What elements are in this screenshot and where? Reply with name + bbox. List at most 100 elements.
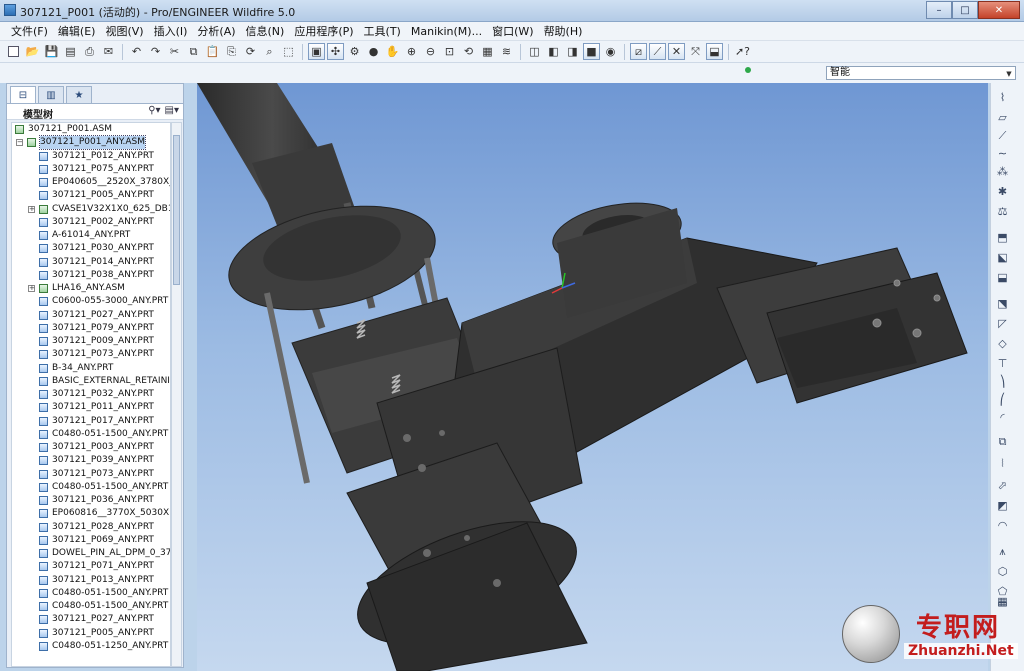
layers-icon[interactable]: ≋	[498, 43, 515, 60]
tab-folder-browser[interactable]: ▥	[38, 86, 64, 103]
tree-item[interactable]: 307121_P012_ANY.PRT	[12, 150, 170, 163]
tree-show-icon[interactable]: ▤▾	[165, 105, 179, 116]
tab-favorites[interactable]: ★	[66, 86, 92, 103]
saved-views-icon[interactable]: ▦	[479, 43, 496, 60]
open-folder-icon[interactable]: 📂	[24, 43, 41, 60]
tree-settings-icon[interactable]: ⚲▾	[148, 105, 160, 116]
paste-icon[interactable]: 📋	[204, 43, 221, 60]
reorient-icon[interactable]: ⟲	[460, 43, 477, 60]
menu-manikin[interactable]: Manikin(M)...	[406, 25, 487, 38]
chamfer-tool-icon[interactable]: ◇	[994, 335, 1011, 352]
round-tool-icon[interactable]: ◸	[994, 315, 1011, 332]
no-hidden-icon[interactable]: ◨	[564, 43, 581, 60]
tree-item[interactable]: 307121_P028_ANY.PRT	[12, 521, 170, 534]
tree-item[interactable]: 307121_P005_ANY.PRT	[12, 627, 170, 640]
tree-item[interactable]: 307121_P071_ANY.PRT	[12, 560, 170, 573]
tree-item[interactable]: 307121_P036_ANY.PRT	[12, 494, 170, 507]
cut-icon[interactable]: ✂	[166, 43, 183, 60]
menu-insert[interactable]: 插入(I)	[149, 23, 193, 39]
orient-mode-icon[interactable]: ⚙	[346, 43, 363, 60]
datum-planes-icon[interactable]: ⧄	[630, 43, 647, 60]
datum-axes-icon[interactable]: ⟋	[649, 43, 666, 60]
graphics-viewport[interactable]	[197, 83, 988, 671]
redo-icon[interactable]: ↷	[147, 43, 164, 60]
paste-special-icon[interactable]: ⎘	[223, 43, 240, 60]
menu-tools[interactable]: 工具(T)	[359, 23, 406, 39]
zoom-in-icon[interactable]: ⊕	[403, 43, 420, 60]
tree-item[interactable]: 307121_P005_ANY.PRT	[12, 189, 170, 202]
save-copy-icon[interactable]: ▤	[62, 43, 79, 60]
expand-icon[interactable]: +	[28, 205, 35, 213]
tree-item[interactable]: 307121_P014_ANY.PRT	[12, 256, 170, 269]
datum-axis-icon[interactable]: ⟋	[994, 127, 1011, 144]
datum-plane-icon[interactable]: ▱	[994, 109, 1011, 126]
menu-window[interactable]: 窗口(W)	[487, 23, 538, 39]
expand-icon[interactable]: +	[28, 285, 35, 292]
hole-tool-icon[interactable]: ⬔	[994, 295, 1011, 312]
pan-hand-icon[interactable]: ✋	[384, 43, 401, 60]
tree-item[interactable]: 307121_P003_ANY.PRT	[12, 441, 170, 454]
tree-item[interactable]: 307121_P002_ANY.PRT	[12, 216, 170, 229]
tree-item[interactable]: 307121_P073_ANY.PRT	[12, 468, 170, 481]
select-box-icon[interactable]: ⬚	[280, 43, 297, 60]
tree-item[interactable]: EP060816__3770X_5030X1_00	[12, 507, 170, 520]
tree-subassembly[interactable]: − 307121_P001_ANY.ASM	[12, 135, 170, 151]
enhanced-realism-icon[interactable]: ◉	[602, 43, 619, 60]
shell-tool-icon[interactable]: ⎛	[994, 391, 1011, 408]
print-icon[interactable]: ⎙	[81, 43, 98, 60]
tree-item[interactable]: 307121_P039_ANY.PRT	[12, 454, 170, 467]
tree-item[interactable]: 307121_P073_ANY.PRT	[12, 348, 170, 361]
tree-item[interactable]: 307121_P009_ANY.PRT	[12, 335, 170, 348]
tree-item[interactable]: BASIC_EXTERNAL_RETAINING	[12, 375, 170, 388]
maximize-button[interactable]: □	[952, 1, 978, 19]
model-3d-view[interactable]	[197, 83, 988, 671]
tab-model-tree[interactable]: ⊟	[10, 86, 36, 103]
component-place-icon[interactable]: ⬒	[994, 229, 1011, 246]
close-button[interactable]: ✕	[978, 1, 1020, 19]
trim-tool-icon[interactable]: ◩	[994, 497, 1011, 514]
datum-curve-icon[interactable]: ∼	[994, 145, 1011, 162]
spin-center-icon[interactable]: ✣	[327, 43, 344, 60]
package-icon[interactable]: ⬓	[994, 269, 1011, 286]
zoom-out-icon[interactable]: ⊖	[422, 43, 439, 60]
shade-sphere-icon[interactable]: ●	[365, 43, 382, 60]
tree-item[interactable]: 307121_P030_ANY.PRT	[12, 242, 170, 255]
tree-item[interactable]: A-61014_ANY.PRT	[12, 229, 170, 242]
tree-item[interactable]: 307121_P027_ANY.PRT	[12, 613, 170, 626]
tree-item[interactable]: EP040605__2520X_3780X_313_	[12, 176, 170, 189]
create-component-icon[interactable]: ⬕	[994, 249, 1011, 266]
tree-item[interactable]: 307121_P069_ANY.PRT	[12, 534, 170, 547]
offset-tool-icon[interactable]: ⩚	[994, 543, 1011, 560]
tree-item[interactable]: 307121_P075_ANY.PRT	[12, 163, 170, 176]
pattern-tool-icon[interactable]: ⧉	[994, 433, 1011, 450]
tree-item[interactable]: C0480-051-1500_ANY.PRT	[12, 481, 170, 494]
menu-analysis[interactable]: 分析(A)	[192, 23, 240, 39]
annotations-icon[interactable]: ⬓	[706, 43, 723, 60]
regenerate-icon[interactable]: ⟳	[242, 43, 259, 60]
coordinate-systems-icon[interactable]: ⤧	[687, 43, 704, 60]
draft-tool-icon[interactable]: ⎞	[994, 373, 1011, 390]
menu-help[interactable]: 帮助(H)	[539, 23, 588, 39]
thicken-tool-icon[interactable]: ⬡	[994, 563, 1011, 580]
menu-view[interactable]: 视图(V)	[100, 23, 148, 39]
save-icon[interactable]: 💾	[43, 43, 60, 60]
tree-item[interactable]: 307121_P032_ANY.PRT	[12, 388, 170, 401]
analysis-feature-icon[interactable]: ⚖	[994, 203, 1011, 220]
tree-item[interactable]: B-34_ANY.PRT	[12, 362, 170, 375]
tree-item[interactable]: 307121_P017_ANY.PRT	[12, 415, 170, 428]
tree-item[interactable]: 307121_P038_ANY.PRT	[12, 269, 170, 282]
mirror-tool-icon[interactable]: ⦚	[994, 455, 1011, 472]
tree-item[interactable]: 307121_P011_ANY.PRT	[12, 401, 170, 414]
copy-icon[interactable]: ⧉	[185, 43, 202, 60]
shading-icon[interactable]: ■	[583, 43, 600, 60]
tree-item[interactable]: DOWEL_PIN_AL_DPM_0_375X1	[12, 547, 170, 560]
scrollbar-thumb[interactable]	[173, 135, 180, 285]
datum-point-icon[interactable]: ⁂	[994, 163, 1011, 180]
minimize-button[interactable]: –	[926, 1, 952, 19]
tree-item[interactable]: + CVASE1V32X1X0_625_DB15_L	[12, 203, 170, 216]
undo-icon[interactable]: ↶	[128, 43, 145, 60]
tree-root[interactable]: 307121_P001.ASM	[12, 123, 170, 136]
tree-item[interactable]: C0480-051-1250_ANY.PRT	[12, 640, 170, 653]
sketch-tool-icon[interactable]: ⌇	[994, 89, 1011, 106]
wireframe-icon[interactable]: ◫	[526, 43, 543, 60]
